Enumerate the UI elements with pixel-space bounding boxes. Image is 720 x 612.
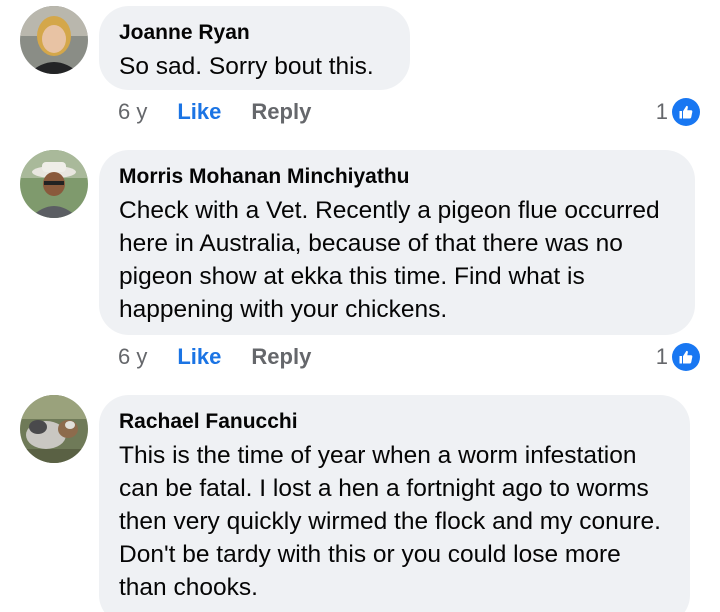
comment-text: Check with a Vet. Recently a pigeon flue… [119, 197, 660, 323]
reaction-summary[interactable]: 1 [656, 97, 700, 127]
comment-thread: Joanne Ryan So sad. Sorry bout this. 6 y… [0, 0, 720, 612]
comment-author[interactable]: Rachael Fanucchi [119, 409, 668, 435]
comment-author[interactable]: Joanne Ryan [119, 20, 388, 46]
reaction-count: 1 [655, 99, 668, 124]
avatar-image [20, 6, 88, 74]
comment-author[interactable]: Morris Mohanan Minchiyathu [119, 164, 673, 190]
avatar[interactable] [20, 6, 88, 74]
avatar-image [20, 150, 88, 218]
comment-bubble: Joanne Ryan So sad. Sorry bout this. [99, 6, 410, 90]
reaction-count: 1 [655, 344, 668, 369]
comment-text: This is the time of year when a worm inf… [119, 442, 661, 601]
reaction-summary[interactable]: 1 [656, 342, 700, 372]
comment-bubble: Morris Mohanan Minchiyathu Check with a … [99, 150, 695, 335]
comment-timestamp[interactable]: 6 y [118, 344, 147, 370]
thumbs-up-icon [672, 343, 700, 371]
comment-text: So sad. Sorry bout this. [119, 53, 374, 80]
avatar[interactable] [20, 395, 88, 463]
avatar[interactable] [20, 150, 88, 218]
reply-button[interactable]: Reply [251, 99, 311, 125]
comment-actions: 6 y Like Reply [118, 342, 311, 372]
like-button[interactable]: Like [177, 344, 221, 370]
thumbs-up-icon [672, 98, 700, 126]
comment-timestamp[interactable]: 6 y [118, 99, 147, 125]
like-button[interactable]: Like [177, 99, 221, 125]
comment-bubble: Rachael Fanucchi This is the time of yea… [99, 395, 690, 612]
comment-actions: 6 y Like Reply [118, 97, 311, 127]
reply-button[interactable]: Reply [251, 344, 311, 370]
avatar-image [20, 395, 88, 463]
